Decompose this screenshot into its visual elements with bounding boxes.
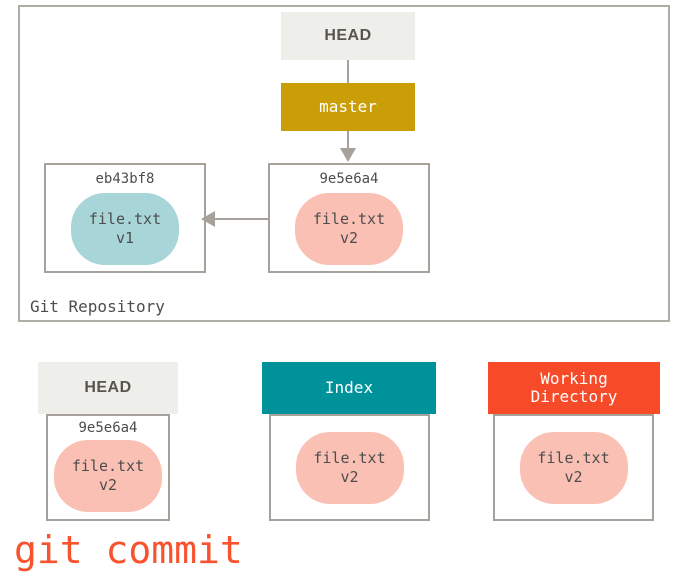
blob-filename: file.txt bbox=[71, 457, 145, 476]
file-blob-index: file.txt v2 bbox=[295, 432, 404, 504]
blob-filename: file.txt bbox=[537, 449, 610, 468]
area-body-index: file.txt v2 bbox=[269, 414, 430, 521]
repository-master-branch: master bbox=[281, 83, 415, 131]
area-body-working-directory: file.txt v2 bbox=[493, 414, 654, 521]
command-caption: git commit bbox=[14, 528, 243, 572]
area-header-line2: Directory bbox=[530, 387, 618, 406]
git-commit-diagram: Git Repository HEAD master eb43bf8 file.… bbox=[0, 0, 686, 578]
arrow-down-icon bbox=[340, 148, 356, 162]
blob-version: v2 bbox=[564, 468, 583, 486]
area-header-index: Index bbox=[262, 362, 436, 414]
area-commit-hash: 9e5e6a4 bbox=[78, 420, 138, 436]
area-header-line1: Working bbox=[540, 368, 608, 388]
blob-filename: file.txt bbox=[313, 449, 386, 468]
repository-head-pointer: HEAD bbox=[281, 12, 415, 60]
blob-filename: file.txt bbox=[88, 210, 162, 229]
blob-filename: file.txt bbox=[312, 210, 386, 229]
file-blob-v2: file.txt v2 bbox=[295, 193, 403, 265]
connector-commit-parent bbox=[206, 218, 268, 220]
commit-box-9e5e6a4: 9e5e6a4 file.txt v2 bbox=[268, 163, 430, 273]
blob-version: v1 bbox=[115, 229, 135, 247]
blob-version: v2 bbox=[98, 476, 118, 494]
area-header-working-directory: Working Directory bbox=[488, 362, 660, 414]
arrow-left-icon bbox=[201, 211, 215, 227]
connector-head-to-master bbox=[347, 60, 349, 83]
blob-version: v2 bbox=[339, 229, 359, 247]
blob-version: v2 bbox=[340, 468, 359, 486]
commit-box-eb43bf8: eb43bf8 file.txt v1 bbox=[44, 163, 206, 273]
file-blob-working-directory: file.txt v2 bbox=[519, 432, 628, 504]
area-header-head: HEAD bbox=[38, 362, 178, 414]
git-repository-label: Git Repository bbox=[30, 297, 165, 316]
commit-hash: 9e5e6a4 bbox=[319, 171, 379, 187]
area-body-head: 9e5e6a4 file.txt v2 bbox=[46, 414, 170, 521]
commit-hash: eb43bf8 bbox=[95, 171, 155, 187]
file-blob-v1: file.txt v1 bbox=[71, 193, 179, 265]
file-blob-head: file.txt v2 bbox=[54, 440, 162, 512]
